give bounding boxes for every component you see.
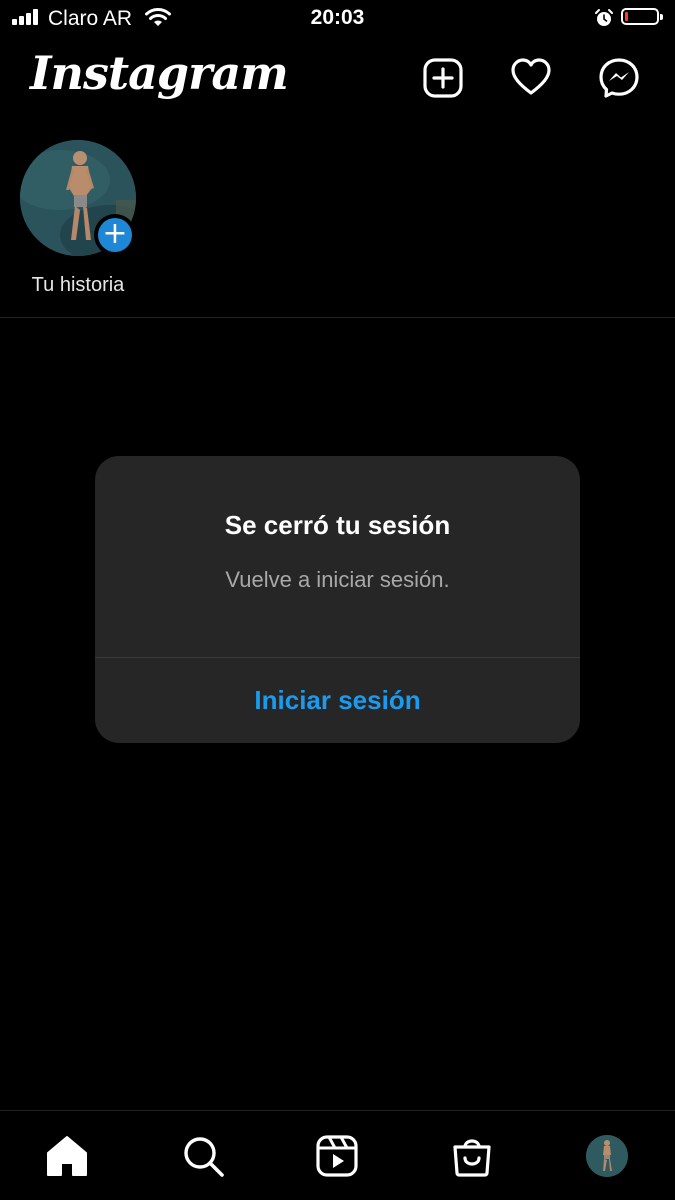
shop-icon[interactable] <box>449 1133 495 1179</box>
alarm-icon <box>595 9 613 26</box>
battery-level <box>625 12 628 21</box>
dialog-message: Vuelve a iniciar sesión. <box>225 567 450 592</box>
own-story[interactable]: + <box>20 140 136 256</box>
plus-icon: + <box>98 218 132 252</box>
home-icon[interactable] <box>44 1133 90 1179</box>
battery-icon <box>621 8 663 25</box>
avatar-photo <box>586 1135 628 1177</box>
reels-icon[interactable] <box>314 1133 360 1179</box>
status-time: 20:03 <box>310 6 365 29</box>
search-icon[interactable] <box>180 1133 226 1179</box>
session-expired-dialog: Se cerró tu sesión Vuelve a iniciar sesi… <box>95 456 580 743</box>
stories-divider <box>0 317 675 318</box>
heart-icon[interactable] <box>509 56 553 100</box>
status-bar: Claro AR 20:03 <box>0 0 675 38</box>
app-header: Instagram <box>0 40 675 112</box>
story-label: Tu historia <box>31 274 125 296</box>
messenger-icon[interactable] <box>597 56 641 100</box>
dialog-title: Se cerró tu sesión <box>224 510 451 540</box>
instagram-logo: Instagram <box>30 46 289 100</box>
login-button[interactable]: Iniciar sesión <box>95 658 580 743</box>
new-post-icon[interactable] <box>421 56 465 100</box>
bottom-tab-bar <box>0 1110 675 1200</box>
add-story-button[interactable]: + <box>94 214 136 256</box>
profile-avatar[interactable] <box>586 1135 628 1177</box>
